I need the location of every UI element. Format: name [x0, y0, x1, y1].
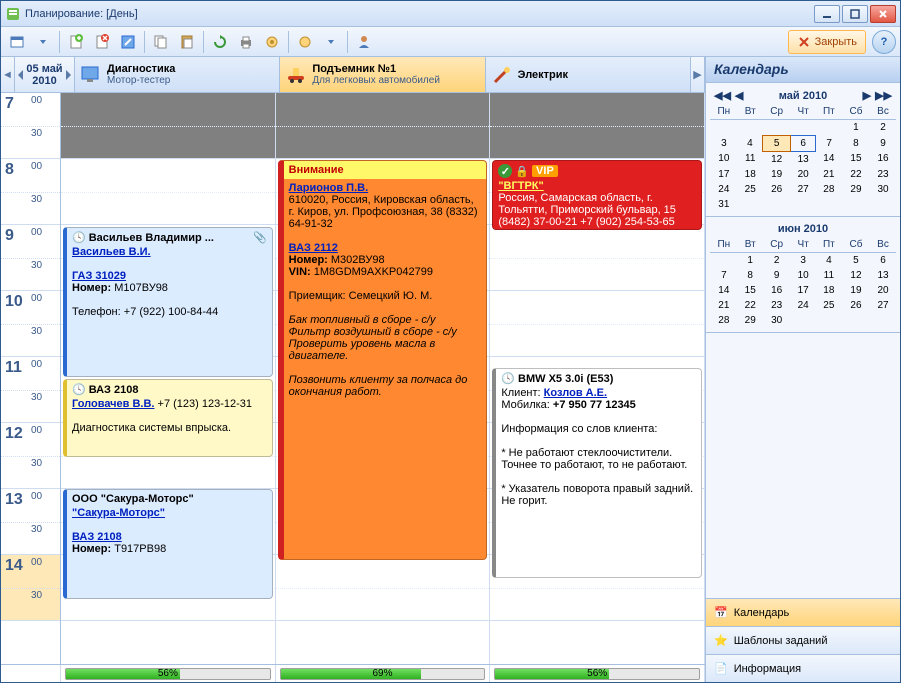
view-dropdown-button[interactable]	[31, 30, 55, 54]
check-icon: ✓	[498, 164, 512, 178]
car-link[interactable]: ВАЗ 2108	[72, 531, 122, 543]
new-button[interactable]	[64, 30, 88, 54]
appointment-sakura[interactable]: ООО "Сакура-Моторс" "Сакура-Моторс" ВАЗ …	[63, 489, 273, 599]
lock-icon: 🔒	[515, 165, 529, 178]
car-link[interactable]: ВАЗ 2112	[289, 242, 338, 254]
paste-button[interactable]	[175, 30, 199, 54]
paperclip-icon: 📎	[253, 231, 267, 244]
prev-resource-button[interactable]: ◄	[1, 57, 15, 92]
client-link[interactable]: Козлов А.Е.	[544, 387, 607, 399]
close-button-label: Закрыть	[815, 36, 857, 48]
calendar-may[interactable]: ПнВтСрЧтПтСбВс 12 3456789 10111213141516…	[710, 104, 896, 212]
color-dropdown-button[interactable]	[319, 30, 343, 54]
cal-next-month[interactable]: ▶	[861, 89, 873, 102]
close-button[interactable]: Закрыть	[788, 30, 866, 54]
sidebar-nav-info[interactable]: 📄 Информация	[706, 654, 900, 682]
cal-next-year[interactable]: ▶▶	[873, 89, 894, 102]
wand-icon	[490, 63, 514, 87]
cal-month-label: май 2010	[745, 90, 860, 102]
calendar-june[interactable]: ПнВтСрЧтПтСбВс 123456 78910111213 141516…	[710, 237, 896, 328]
document-icon: 📄	[714, 662, 728, 675]
app-icon	[5, 6, 21, 22]
client-link[interactable]: Ларионов П.В.	[289, 182, 368, 194]
appointment-vasiliev[interactable]: 🕓Васильев Владимир ...📎 Васильев В.И. ГА…	[63, 227, 273, 377]
delete-button[interactable]	[90, 30, 114, 54]
clock-icon: 🕓	[72, 231, 86, 244]
column-header-electric[interactable]: Электрик	[486, 57, 691, 92]
column-electric[interactable]: ✓🔒VIP "ВГТРК" Россия, Самарская область,…	[490, 93, 705, 664]
calendar-icon: 📅	[714, 606, 728, 619]
client-link[interactable]: Васильев В.И.	[72, 246, 151, 258]
column-lift[interactable]: Внимание Ларионов П.В. 610020, Россия, К…	[276, 93, 491, 664]
cal-month-label-2: июн 2010	[712, 223, 894, 235]
column-diagnostics[interactable]: 🕓Васильев Владимир ...📎 Васильев В.И. ГА…	[61, 93, 276, 664]
car-lift-icon	[284, 63, 308, 87]
next-resource-button[interactable]: ▶	[691, 57, 705, 92]
column-header-diagnostics[interactable]: ДиагностикаМотор-тестер	[75, 57, 280, 92]
minimize-button[interactable]	[814, 5, 840, 23]
sidebar-nav-calendar[interactable]: 📅 Календарь	[706, 598, 900, 626]
close-window-button[interactable]	[870, 5, 896, 23]
appointment-warning[interactable]: Внимание Ларионов П.В. 610020, Россия, К…	[278, 160, 488, 560]
client-link[interactable]: "ВГТРК"	[498, 180, 543, 192]
refresh-button[interactable]	[208, 30, 232, 54]
color-button[interactable]	[293, 30, 317, 54]
maximize-button[interactable]	[842, 5, 868, 23]
cal-prev-year[interactable]: ◀◀	[712, 89, 733, 102]
column-header-lift[interactable]: Подъемник №1Для легковых автомобилей	[280, 57, 485, 92]
load-lift: 69%	[276, 665, 491, 682]
toolbar: Закрыть ?	[1, 27, 900, 57]
close-icon	[797, 35, 811, 49]
cal-prev-month[interactable]: ◀	[733, 89, 745, 102]
appointment-vip[interactable]: ✓🔒VIP "ВГТРК" Россия, Самарская область,…	[492, 160, 702, 230]
sidebar-nav-templates[interactable]: ⭐ Шаблоны заданий	[706, 626, 900, 654]
clock-icon: 🕓	[72, 383, 86, 396]
client-link[interactable]: Головачев В.В.	[72, 398, 154, 410]
sidebar-title: Календарь	[706, 57, 900, 83]
appointment-vaz2108[interactable]: 🕓ВАЗ 2108 Головачев В.В. +7 (123) 123-12…	[63, 379, 273, 457]
titlebar: Планирование: [День]	[1, 1, 900, 27]
help-button[interactable]: ?	[872, 30, 896, 54]
client-link[interactable]: "Сакура-Моторс"	[72, 507, 165, 519]
load-electric: 56%	[490, 665, 705, 682]
clock-icon: 🕓	[501, 372, 515, 385]
settings-button[interactable]	[260, 30, 284, 54]
monitor-icon	[79, 63, 103, 87]
user-button[interactable]	[352, 30, 376, 54]
load-diagnostics: 56%	[61, 665, 276, 682]
copy-button[interactable]	[149, 30, 173, 54]
view-button[interactable]	[5, 30, 29, 54]
print-button[interactable]	[234, 30, 258, 54]
edit-button[interactable]	[116, 30, 140, 54]
date-header[interactable]: 05 май 2010	[15, 57, 75, 92]
appointment-bmw[interactable]: 🕓BMW X5 3.0i (E53) Клиент: Козлов А.Е. М…	[492, 368, 702, 578]
time-ruler: 70030 80030 90030 100030 110030 120030 1…	[1, 93, 61, 664]
window-title: Планирование: [День]	[25, 8, 814, 20]
star-icon: ⭐	[714, 634, 728, 647]
car-link[interactable]: ГАЗ 31029	[72, 270, 126, 282]
